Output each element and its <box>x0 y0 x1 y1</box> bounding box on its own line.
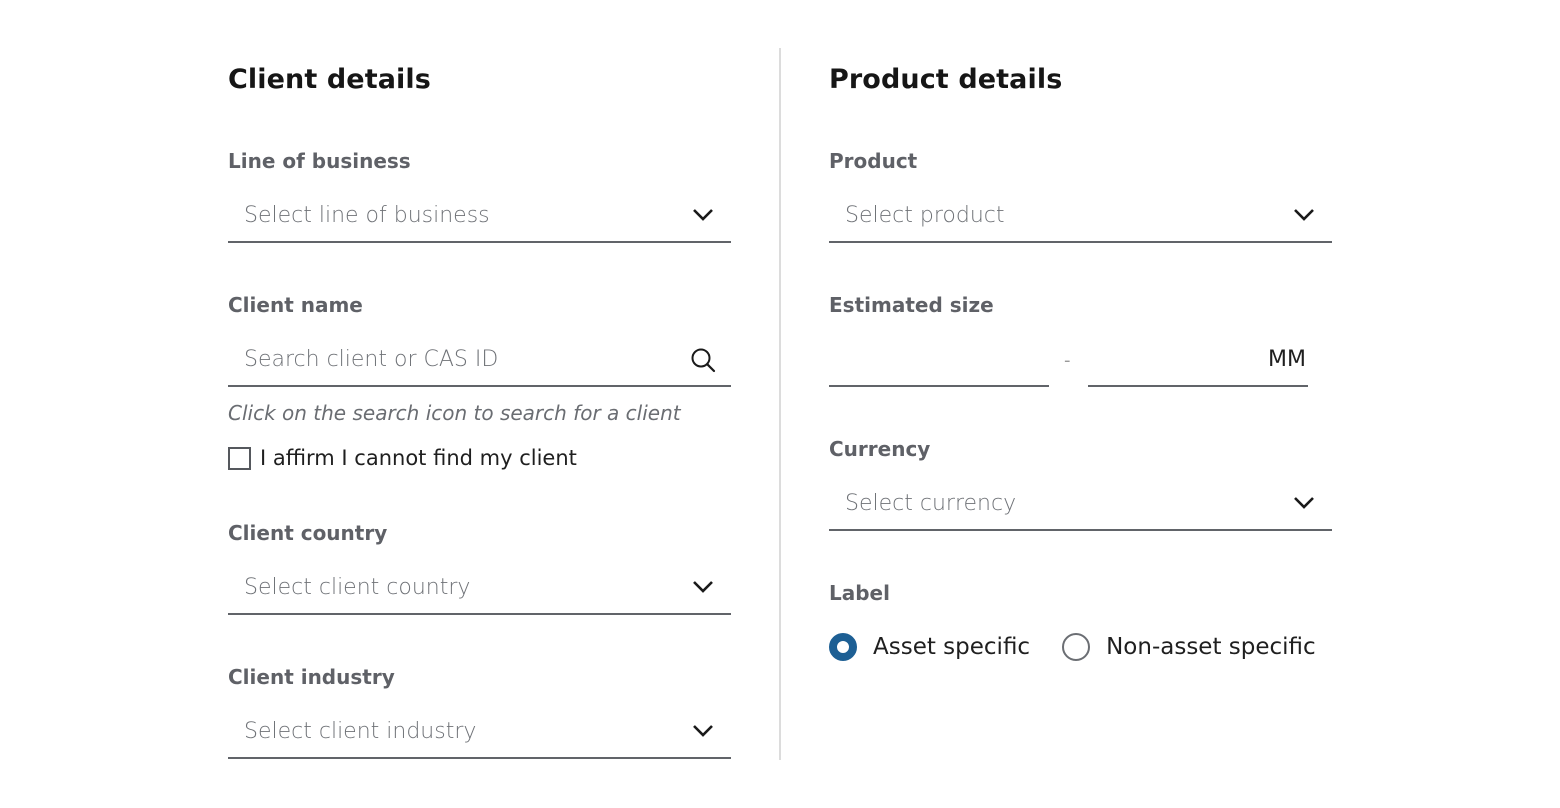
client-industry-placeholder: Select client industry <box>244 719 477 744</box>
radio-label: Non-asset specific <box>1106 634 1316 660</box>
client-industry-label: Client industry <box>228 665 395 689</box>
estimated-size-unit: MM <box>1268 347 1306 372</box>
chevron-down-icon <box>693 581 713 593</box>
affirm-checkbox-label: I affirm I cannot find my client <box>260 446 577 470</box>
client-country-placeholder: Select client country <box>244 575 471 600</box>
chevron-down-icon <box>1294 497 1314 509</box>
radio-button-checked[interactable] <box>829 633 857 661</box>
product-placeholder: Select product <box>845 203 1005 228</box>
chevron-down-icon <box>693 209 713 221</box>
product-details-title: Product details <box>829 64 1063 95</box>
radio-label: Asset specific <box>873 634 1031 660</box>
line-of-business-label: Line of business <box>228 149 411 173</box>
estimated-size-min-input[interactable] <box>829 341 1049 387</box>
column-divider <box>779 48 781 760</box>
estimated-size-separator: - <box>1064 350 1071 371</box>
client-name-label: Client name <box>228 293 363 317</box>
client-country-select[interactable]: Select client country <box>228 569 731 615</box>
label-group-label: Label <box>829 581 890 605</box>
product-label: Product <box>829 149 918 173</box>
radio-asset-specific[interactable]: Asset specific <box>829 633 1030 661</box>
checkbox-box[interactable] <box>228 446 251 470</box>
estimated-size-label: Estimated size <box>829 293 994 317</box>
client-industry-select[interactable]: Select client industry <box>228 713 731 759</box>
line-of-business-select[interactable]: Select line of business <box>228 197 731 243</box>
chevron-down-icon <box>1294 209 1314 221</box>
currency-label: Currency <box>829 437 931 461</box>
currency-select[interactable]: Select currency <box>829 485 1332 531</box>
client-name-helper-text: Click on the search icon to search for a… <box>228 401 681 425</box>
chevron-down-icon <box>693 725 713 737</box>
search-icon[interactable] <box>690 347 716 373</box>
line-of-business-placeholder: Select line of business <box>244 203 490 228</box>
client-name-placeholder: Search client or CAS ID <box>244 347 499 372</box>
currency-placeholder: Select currency <box>845 491 1017 516</box>
client-details-title: Client details <box>228 64 431 95</box>
label-radio-group: Asset specific Non-asset specific <box>829 633 1348 661</box>
client-country-label: Client country <box>228 521 388 545</box>
product-select[interactable]: Select product <box>829 197 1332 243</box>
estimated-size-max-input[interactable]: MM <box>1088 341 1308 387</box>
client-name-input[interactable]: Search client or CAS ID <box>228 341 731 387</box>
radio-button-unchecked[interactable] <box>1062 633 1091 661</box>
affirm-cannot-find-client-checkbox[interactable]: I affirm I cannot find my client <box>228 446 577 470</box>
radio-non-asset-specific[interactable]: Non-asset specific <box>1062 633 1316 661</box>
